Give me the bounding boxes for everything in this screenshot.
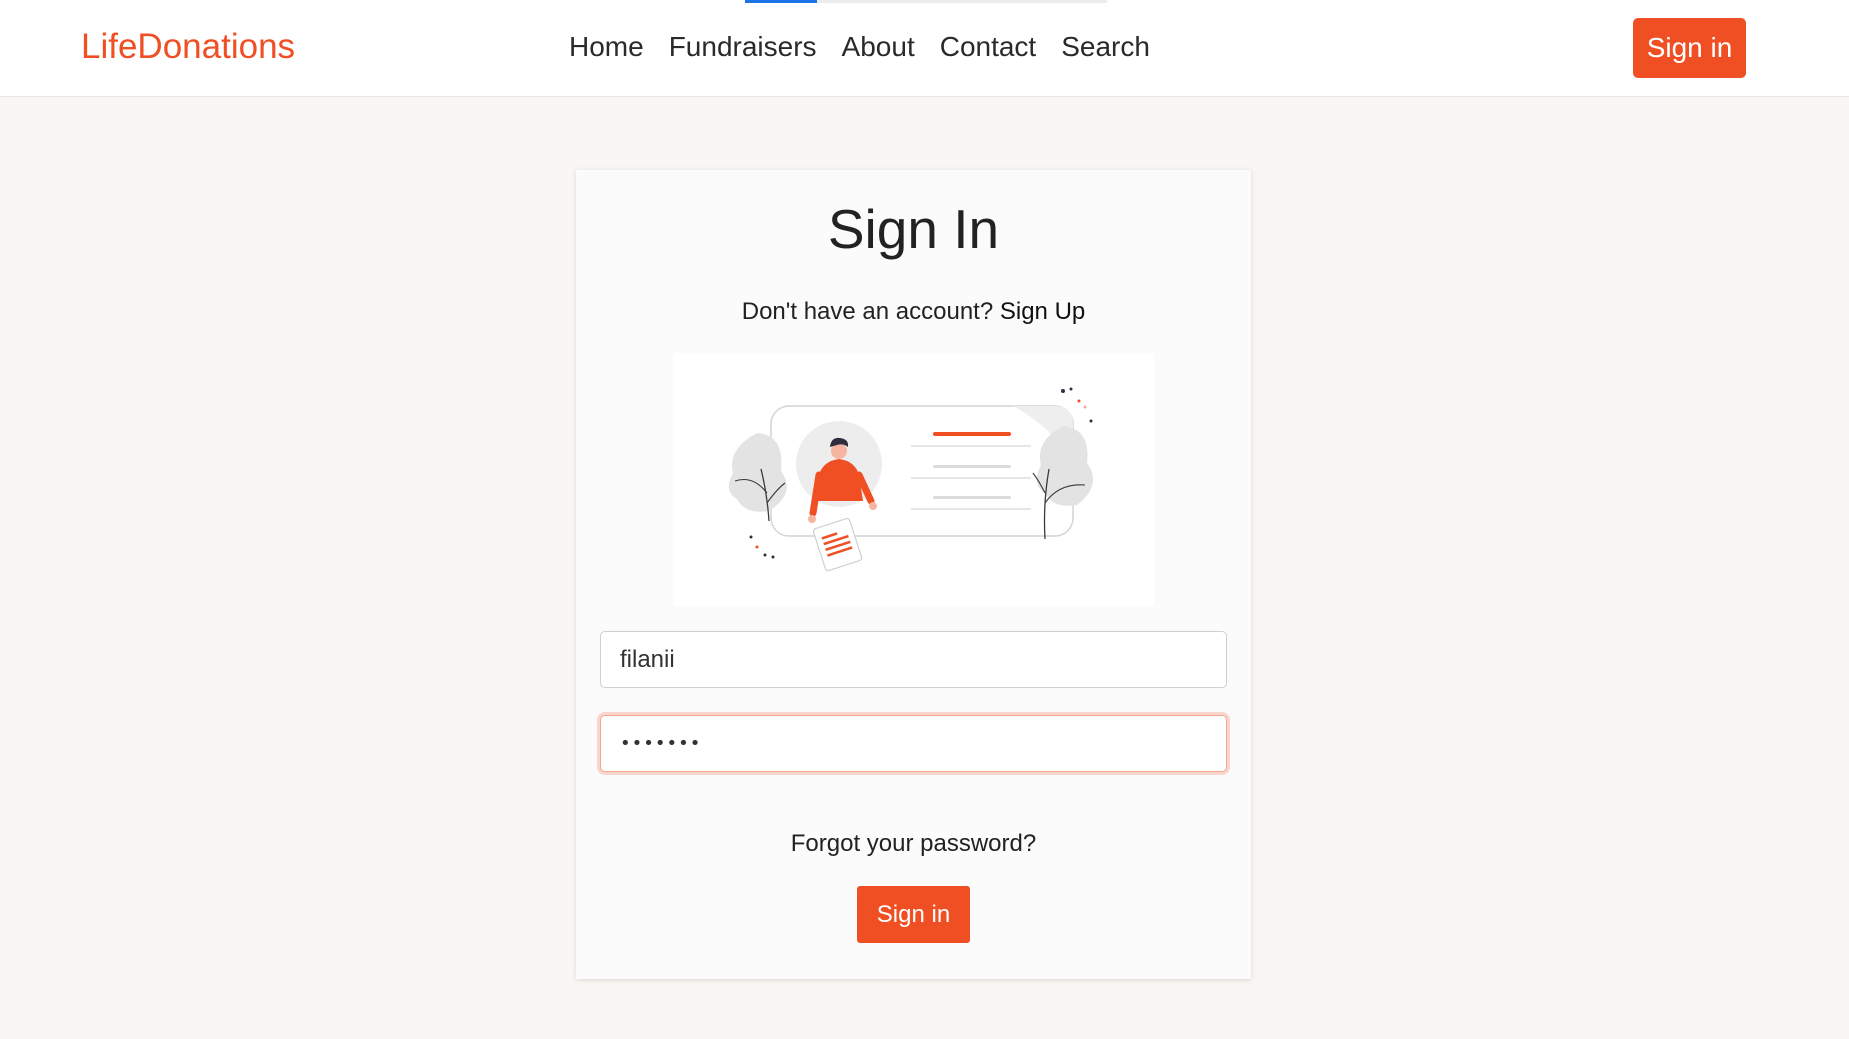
person-profile-illustration	[728, 387, 1094, 572]
username-input[interactable]	[600, 631, 1227, 688]
top-navbar: LifeDonations Home Fundraisers About Con…	[0, 0, 1849, 97]
nav-link-contact[interactable]: Contact	[940, 31, 1037, 63]
nav-link-fundraisers[interactable]: Fundraisers	[669, 31, 817, 63]
page-title: Sign In	[827, 198, 1000, 260]
page-loading-bar	[745, 0, 1107, 3]
signup-prompt-text: Don't have an account?	[741, 298, 994, 325]
nav-link-search[interactable]: Search	[1061, 31, 1150, 63]
signup-prompt: Don't have an account? Sign Up	[576, 298, 1251, 326]
forgot-password-link[interactable]: Forgot your password?	[576, 830, 1251, 858]
nav-link-about[interactable]: About	[842, 31, 915, 63]
header-sign-in-button[interactable]: Sign in	[1633, 18, 1746, 78]
sign-in-submit-button[interactable]: Sign in	[857, 886, 970, 943]
password-input[interactable]	[600, 715, 1227, 772]
sign-in-card: Sign In Don't have an account? Sign Up f…	[576, 170, 1251, 979]
main-nav: Home Fundraisers About Contact Search	[569, 31, 1150, 63]
brand-logo-link[interactable]: LifeDonations	[81, 27, 295, 67]
page-loading-bar-fill	[745, 0, 817, 3]
nav-link-home[interactable]: Home	[569, 31, 644, 63]
sign-up-link[interactable]: Sign Up	[1000, 298, 1085, 325]
sign-in-illustration	[673, 353, 1155, 606]
